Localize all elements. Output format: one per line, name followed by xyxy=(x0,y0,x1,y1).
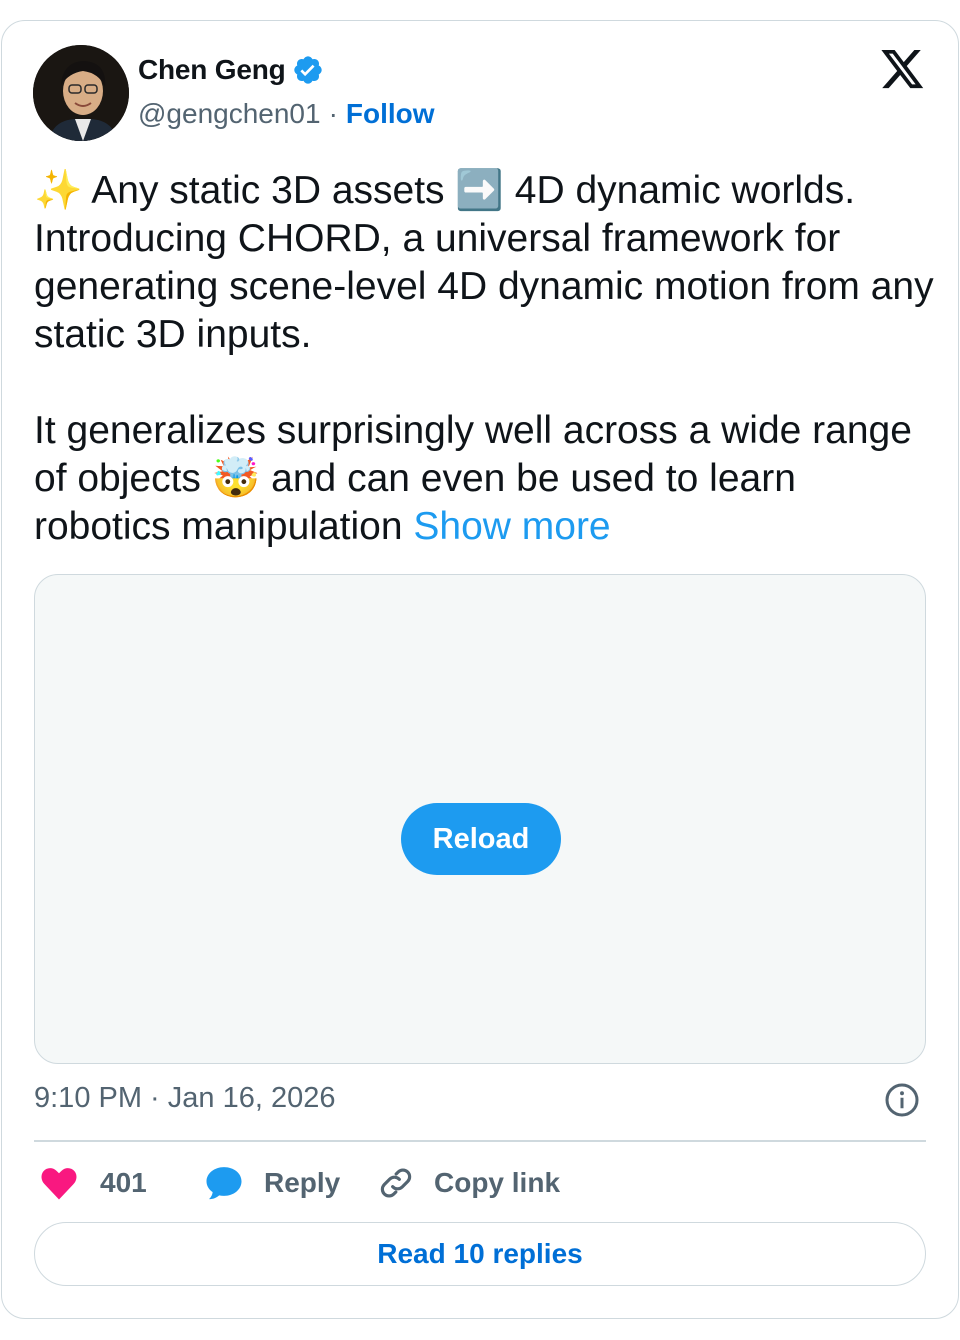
verified-badge-icon xyxy=(292,54,324,86)
speech-bubble-icon xyxy=(204,1163,244,1203)
tweet-timestamp[interactable]: 9:10 PM · Jan 16, 2026 xyxy=(34,1082,335,1115)
action-bar: 401 Reply Copy link xyxy=(34,1160,560,1206)
heart-icon xyxy=(38,1162,80,1204)
read-replies-button[interactable]: Read 10 replies xyxy=(34,1222,926,1286)
tweet-text: ✨ Any static 3D assets ➡️ 4D dynamic wor… xyxy=(34,167,934,551)
copy-link-label: Copy link xyxy=(434,1167,561,1198)
info-icon[interactable] xyxy=(884,1082,920,1118)
separator-dot: · xyxy=(328,98,338,129)
like-button[interactable]: 401 xyxy=(34,1162,204,1204)
divider xyxy=(34,1140,926,1142)
reload-button[interactable]: Reload xyxy=(401,803,561,875)
copy-link-button[interactable]: Copy link xyxy=(376,1163,560,1203)
author-name[interactable]: Chen Geng xyxy=(138,54,286,86)
reply-button[interactable]: Reply xyxy=(204,1163,376,1203)
follow-button[interactable]: Follow xyxy=(346,98,435,130)
reply-label: Reply xyxy=(264,1167,341,1198)
like-count: 401 xyxy=(100,1167,147,1198)
x-logo-icon[interactable] xyxy=(881,50,925,90)
link-icon xyxy=(376,1163,416,1203)
author-handle-row: @gengchen01 · Follow xyxy=(138,98,435,130)
author-name-row: Chen Geng xyxy=(138,54,324,86)
avatar[interactable] xyxy=(33,45,129,141)
media-container: Reload xyxy=(34,574,926,1064)
show-more-link[interactable]: Show more xyxy=(413,505,610,548)
author-handle[interactable]: @gengchen01 xyxy=(138,98,321,130)
tweet-body: ✨ Any static 3D assets ➡️ 4D dynamic wor… xyxy=(34,169,934,548)
avatar-photo xyxy=(33,45,129,141)
